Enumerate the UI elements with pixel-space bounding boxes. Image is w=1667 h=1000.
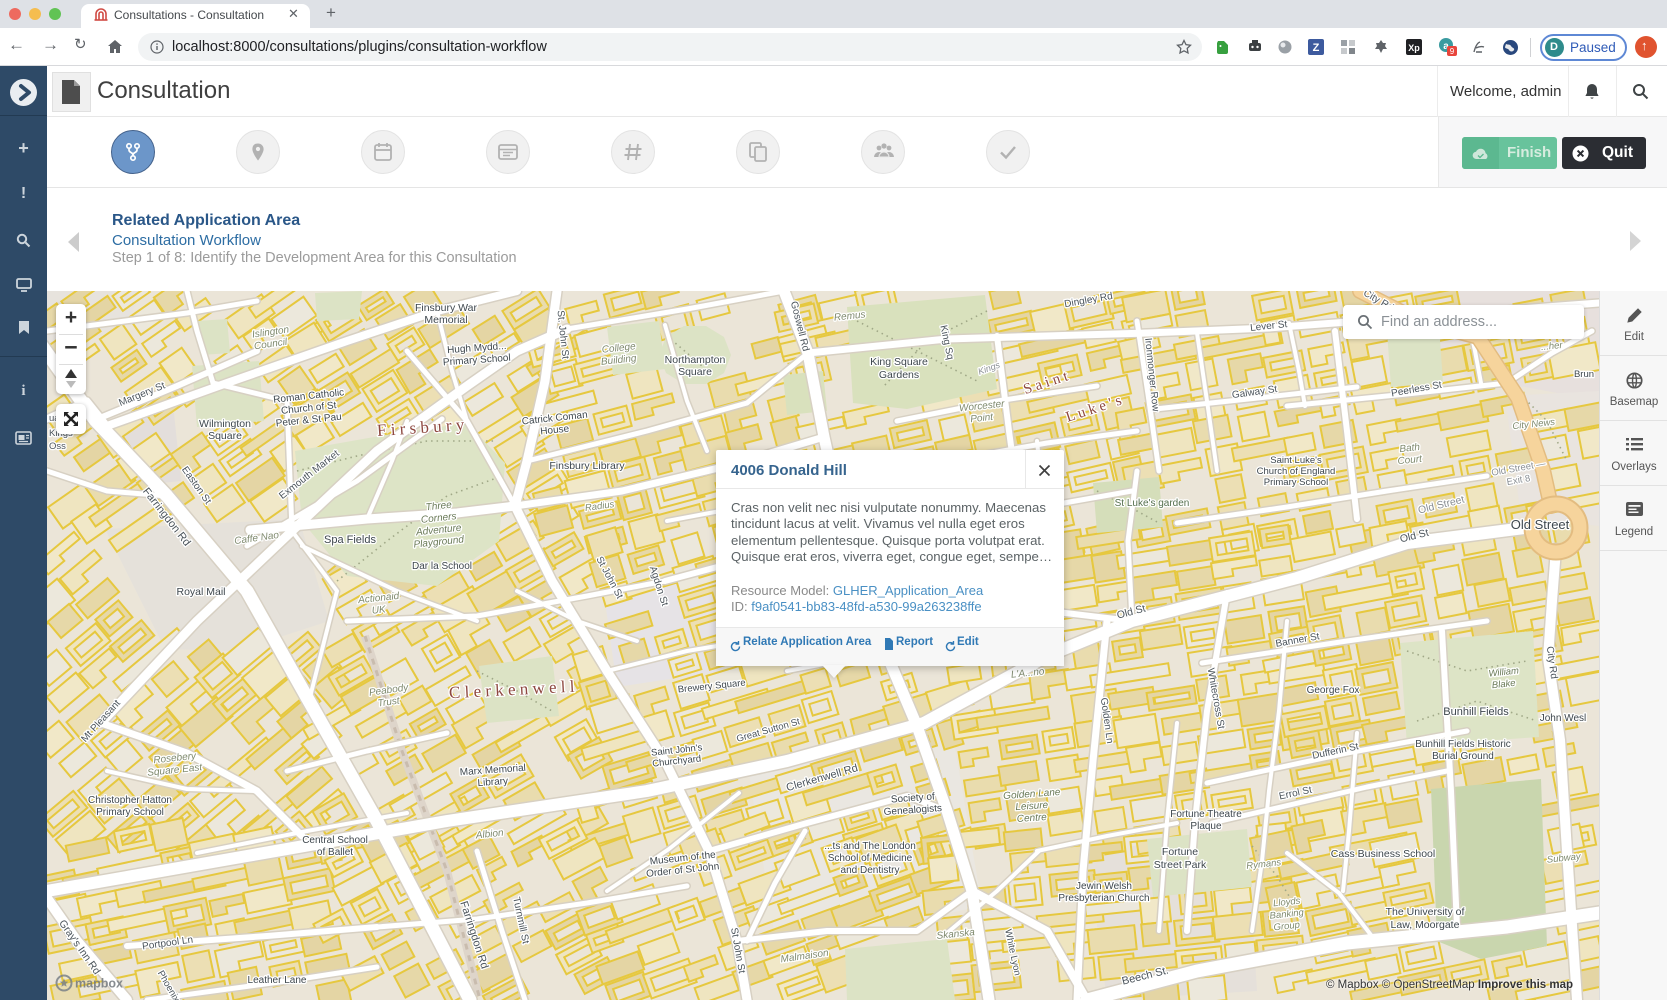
- svg-text:Library: Library: [477, 776, 508, 789]
- svg-text:Square: Square: [208, 430, 242, 442]
- svg-text:Bunhill Fields Historic: Bunhill Fields Historic: [1415, 739, 1511, 750]
- svg-text:Primary School: Primary School: [1264, 477, 1328, 488]
- svg-text:John Wesl: John Wesl: [1540, 713, 1587, 724]
- svg-text:Wilmington: Wilmington: [199, 418, 251, 430]
- svg-text:Old Street: Old Street: [1511, 517, 1570, 532]
- svg-text:Memorial: Memorial: [424, 314, 467, 326]
- svg-text:Central School: Central School: [302, 835, 368, 846]
- svg-text:...ts and The London: ...ts and The London: [824, 841, 916, 852]
- svg-text:Z: Z: [1313, 42, 1320, 54]
- svg-text:Street Park: Street Park: [1154, 859, 1207, 871]
- svg-text:Finsbury War: Finsbury War: [415, 302, 478, 314]
- svg-text:UK: UK: [371, 604, 387, 617]
- svg-text:School of Medicine: School of Medicine: [828, 853, 913, 864]
- svg-text:Primary School: Primary School: [96, 807, 164, 818]
- svg-text:Presbyterian Church: Presbyterian Church: [1058, 893, 1149, 904]
- svg-text:Fortune Theatre: Fortune Theatre: [1170, 809, 1242, 820]
- svg-text:Oss: Oss: [49, 441, 66, 452]
- svg-text:The University of: The University of: [1386, 906, 1465, 918]
- svg-text:...her: ...her: [1540, 340, 1564, 353]
- svg-text:Spa Fields: Spa Fields: [324, 534, 376, 546]
- svg-text:of Ballet: of Ballet: [317, 847, 353, 858]
- svg-text:St Luke's garden: St Luke's garden: [1115, 498, 1190, 509]
- svg-text:Christopher Hatton: Christopher Hatton: [88, 795, 172, 806]
- svg-text:Brun: Brun: [1574, 369, 1594, 380]
- svg-text:Cass Business School: Cass Business School: [1331, 848, 1435, 860]
- svg-text:Church of England: Church of England: [1257, 466, 1336, 477]
- svg-text:Law, Moorgate: Law, Moorgate: [1391, 919, 1460, 931]
- svg-text:Leather Lane: Leather Lane: [248, 975, 307, 986]
- svg-text:Leisure: Leisure: [1015, 800, 1049, 813]
- svg-text:Northampton: Northampton: [665, 354, 726, 366]
- svg-text:Royal Mail: Royal Mail: [176, 586, 225, 598]
- svg-text:King Square: King Square: [870, 356, 928, 368]
- svg-text:Gardens: Gardens: [879, 369, 919, 381]
- svg-text:Saint Luke's: Saint Luke's: [1270, 455, 1322, 466]
- svg-text:Centre: Centre: [1016, 812, 1047, 825]
- svg-text:Dar la School: Dar la School: [412, 561, 472, 572]
- svg-text:George Fox: George Fox: [1307, 685, 1360, 696]
- svg-text:Xp: Xp: [1408, 43, 1420, 53]
- svg-text:and Dentistry: and Dentistry: [841, 865, 900, 876]
- svg-text:Burial Ground: Burial Ground: [1432, 751, 1494, 762]
- svg-text:Bath: Bath: [1399, 442, 1421, 455]
- svg-text:Square: Square: [678, 366, 712, 378]
- svg-text:Bunhill Fields: Bunhill Fields: [1443, 706, 1509, 718]
- svg-text:mapbox: mapbox: [75, 977, 123, 991]
- svg-text:Plaque: Plaque: [1190, 821, 1222, 832]
- svg-text:9: 9: [1450, 47, 1455, 56]
- svg-text:Fortune: Fortune: [1162, 846, 1198, 858]
- svg-text:Finsbury Library: Finsbury Library: [549, 460, 625, 472]
- svg-text:Jewin Welsh: Jewin Welsh: [1076, 881, 1132, 892]
